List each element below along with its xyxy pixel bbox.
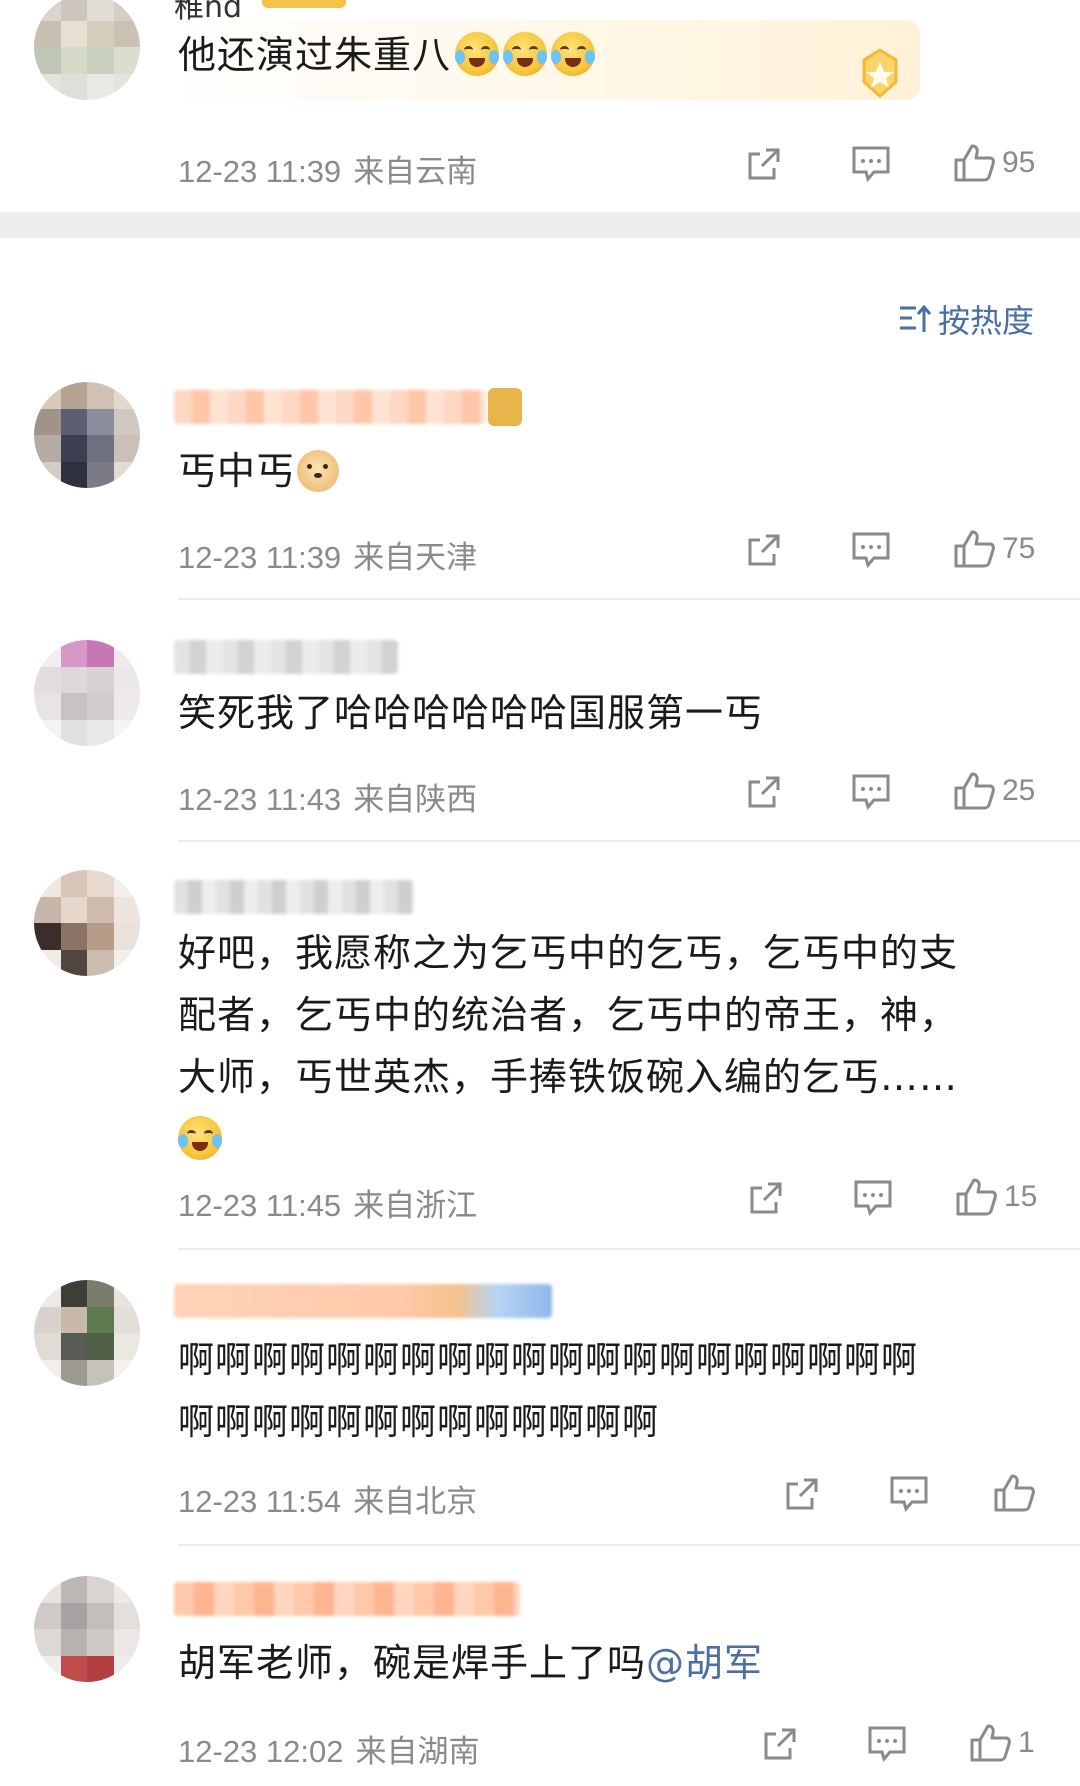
like-button[interactable]: 1 xyxy=(968,1722,1035,1764)
location: 来自北京 xyxy=(353,1484,478,1519)
username[interactable] xyxy=(174,880,414,914)
like-button[interactable]: 15 xyxy=(954,1176,1037,1218)
comment-meta: 12-23 12:02 来自湖南 xyxy=(178,1726,479,1771)
laughing-tears-icon xyxy=(455,32,500,76)
comment-button[interactable] xyxy=(888,1474,930,1514)
comment-meta: 12-23 11:54 来自北京 xyxy=(178,1476,477,1521)
thumbs-up-icon xyxy=(994,1474,1035,1512)
comment-text: 胡军老师，碗是焊手上了吗@胡军 xyxy=(178,1641,764,1685)
timestamp: 12-23 11:39 xyxy=(178,154,342,189)
comment-button[interactable] xyxy=(850,144,892,184)
comment-meta: 12-23 11:39 来自云南 xyxy=(178,146,477,191)
like-count: 25 xyxy=(1002,774,1036,807)
laughing-tears-icon xyxy=(551,32,596,76)
comment-button[interactable] xyxy=(852,1178,894,1218)
avatar[interactable] xyxy=(34,382,140,488)
share-button[interactable] xyxy=(782,1474,822,1514)
divider xyxy=(178,598,1080,600)
share-icon xyxy=(750,1182,782,1214)
comment-icon xyxy=(854,1180,892,1217)
share-button[interactable] xyxy=(744,144,784,184)
mention-link[interactable]: @胡军 xyxy=(646,1641,763,1685)
share-button[interactable] xyxy=(744,530,784,570)
share-button[interactable] xyxy=(744,772,784,812)
fan-badge xyxy=(262,0,346,8)
share-icon xyxy=(764,1728,796,1760)
username[interactable] xyxy=(174,1582,520,1616)
thumbs-up-icon xyxy=(954,144,995,182)
thumbs-up-icon xyxy=(954,772,995,810)
laughing-tears-icon xyxy=(178,1116,222,1160)
like-button[interactable]: 95 xyxy=(952,142,1035,184)
like-button[interactable] xyxy=(992,1472,1036,1514)
like-count: 1 xyxy=(1018,1726,1035,1759)
comment-icon xyxy=(868,1726,906,1763)
divider xyxy=(178,840,1080,842)
share-icon xyxy=(748,776,780,808)
avatar[interactable] xyxy=(34,640,140,746)
share-icon xyxy=(786,1478,818,1510)
username[interactable] xyxy=(174,640,398,674)
divider xyxy=(178,1248,1080,1250)
timestamp: 12-23 11:54 xyxy=(178,1484,342,1519)
share-button[interactable] xyxy=(746,1178,786,1218)
divider xyxy=(178,1544,1080,1546)
username[interactable] xyxy=(174,390,486,424)
comment-text: 啊啊啊啊啊啊啊啊啊啊啊啊啊啊啊啊啊啊啊啊 啊啊啊啊啊啊啊啊啊啊啊啊啊 xyxy=(178,1340,919,1443)
timestamp: 12-23 11:39 xyxy=(178,540,342,575)
like-count: 75 xyxy=(1002,532,1036,565)
like-button[interactable]: 25 xyxy=(952,770,1035,812)
comment-text: 笑死我了哈哈哈哈哈哈国服第一丐 xyxy=(178,691,764,735)
avatar[interactable] xyxy=(34,1280,140,1386)
timestamp: 12-23 11:43 xyxy=(178,782,342,817)
comment-text: 好吧，我愿称之为乞丐中的乞丐，乞丐中的支 配者，乞丐中的统治者，乞丐中的帝王，神… xyxy=(178,922,1020,1170)
like-count: 15 xyxy=(1004,1180,1038,1213)
sort-icon xyxy=(900,304,932,332)
level-badge-icon xyxy=(488,388,522,426)
comment-button[interactable] xyxy=(850,530,892,570)
share-button[interactable] xyxy=(760,1724,800,1764)
comment-meta: 12-23 11:45 来自浙江 xyxy=(178,1180,477,1225)
thumbs-up-icon xyxy=(956,1178,997,1216)
share-icon xyxy=(748,534,780,566)
share-icon xyxy=(748,148,780,180)
star-badge-icon xyxy=(850,46,910,102)
thumbs-up-icon xyxy=(970,1724,1011,1762)
avatar[interactable] xyxy=(34,0,140,100)
location: 来自云南 xyxy=(353,154,478,189)
comment-icon xyxy=(890,1476,928,1513)
comment-icon xyxy=(852,146,890,183)
section-separator xyxy=(0,212,1080,238)
comment-button[interactable] xyxy=(850,772,892,812)
location: 来自湖南 xyxy=(355,1734,480,1769)
comment-text: 丐中丐 xyxy=(178,440,1020,502)
timestamp: 12-23 12:02 xyxy=(178,1734,344,1769)
like-count: 95 xyxy=(1002,146,1036,179)
comment-button[interactable] xyxy=(866,1724,908,1764)
location: 来自浙江 xyxy=(353,1188,478,1223)
sort-label: 按热度 xyxy=(938,302,1035,340)
laughing-tears-icon xyxy=(503,32,548,76)
avatar[interactable] xyxy=(34,1576,140,1682)
comment-icon xyxy=(852,532,890,569)
timestamp: 12-23 11:45 xyxy=(178,1188,342,1223)
thumbs-up-icon xyxy=(954,530,995,568)
username[interactable] xyxy=(174,1284,552,1318)
location: 来自天津 xyxy=(353,540,478,575)
location: 来自陕西 xyxy=(353,782,478,817)
doge-icon xyxy=(297,450,340,492)
comment-meta: 12-23 11:39 来自天津 xyxy=(178,532,477,577)
like-button[interactable]: 75 xyxy=(952,528,1035,570)
comment-icon xyxy=(852,774,890,811)
sort-toggle[interactable]: 按热度 xyxy=(898,296,1034,342)
avatar[interactable] xyxy=(34,870,140,976)
comment-meta: 12-23 11:43 来自陕西 xyxy=(178,774,477,819)
